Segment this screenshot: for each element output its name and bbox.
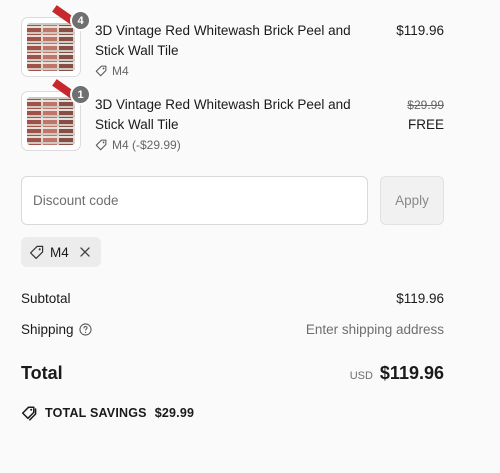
total-label: Total [21,362,63,383]
line-discount: M4 [95,64,377,78]
question-circle-icon[interactable] [78,322,92,336]
savings-value: $29.99 [154,406,195,420]
tag-icon [29,245,44,259]
brick-tile-image [27,97,75,145]
subtotal-label: Subtotal [21,290,71,306]
order-summary: 4 3D Vintage Red Whitewash Brick Peel an… [0,0,500,473]
line-item: 1 3D Vintage Red Whitewash Brick Peel an… [21,79,444,152]
discount-code-input[interactable] [21,176,368,225]
line-item: 4 3D Vintage Red Whitewash Brick Peel an… [21,5,444,78]
line-discount: M4 (-$29.99) [95,138,377,152]
shipping-label: Shipping [21,321,74,337]
close-icon[interactable] [79,246,91,258]
original-price: $29.99 [407,98,444,112]
product-title: 3D Vintage Red Whitewash Brick Peel and … [95,97,351,132]
tags-icon [21,406,37,421]
total-savings: TOTAL SAVINGS $29.99 [21,405,194,421]
applied-code-label: M4 [50,244,69,260]
shipping-row: Shipping Enter shipping address [21,320,444,338]
line-price: $119.96 [396,23,444,38]
total-value: $119.96 [379,362,444,383]
apply-button[interactable]: Apply [380,176,444,225]
brick-tile-image [27,23,75,71]
line-price: FREE [407,117,444,132]
quantity-badge: 4 [70,10,91,31]
tag-icon [95,139,107,151]
shipping-value: Enter shipping address [305,321,444,337]
quantity-badge: 1 [70,84,91,105]
total-row: Total USD $119.96 [21,361,444,385]
line-discount-code: M4 [112,64,129,78]
line-discount-code: M4 (-$29.99) [112,138,181,152]
savings-label: TOTAL SAVINGS [45,406,147,420]
subtotal-value: $119.96 [396,290,444,306]
applied-discount-chip: M4 [21,237,101,267]
currency-code: USD [349,369,373,382]
product-title: 3D Vintage Red Whitewash Brick Peel and … [95,23,351,58]
tag-icon [95,65,107,77]
subtotal-row: Subtotal $119.96 [21,289,444,307]
